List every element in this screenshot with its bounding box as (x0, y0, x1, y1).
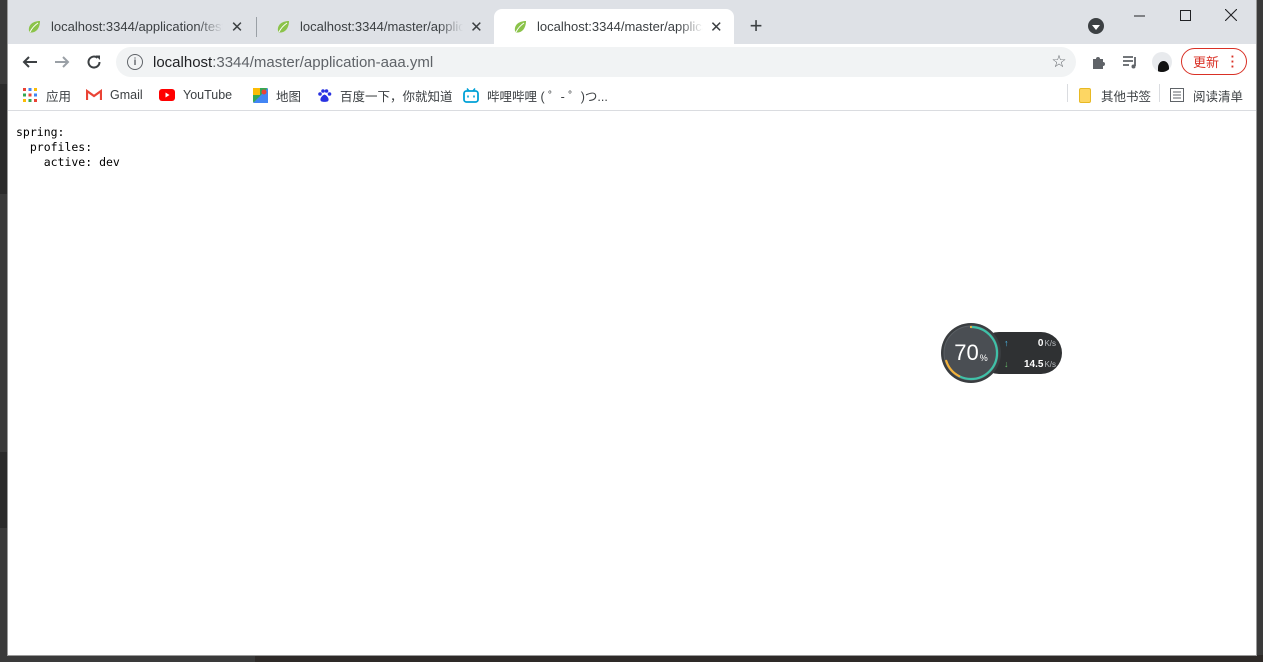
tab-title: localhost:3344/master/application-aaa.ym… (537, 19, 703, 34)
bookmark-label: 应用 (46, 89, 72, 104)
page-content: spring: profiles: active: dev 70% ↑ 0 K/… (8, 112, 1256, 655)
youtube-icon (159, 87, 175, 103)
url-host: localhost (153, 53, 213, 71)
background-window-edge (0, 452, 8, 528)
update-label: 更新 (1193, 55, 1220, 70)
baidu-icon (316, 87, 332, 103)
tab-2[interactable]: localhost:3344/master/application-test.y… (257, 9, 494, 44)
bookmarks-bar: 应用 Gmail YouTube 地图 百度一下，你就知道 哔哩哔哩 (゜- … (8, 80, 1256, 111)
extensions-puzzle-icon[interactable] (1088, 52, 1108, 72)
upload-speed-unit: K/s (1044, 338, 1056, 348)
tab-title: localhost:3344/master/application-test.y… (300, 19, 463, 34)
bookmark-youtube[interactable]: YouTube (159, 85, 232, 105)
network-speed-widget[interactable]: 70% ↑ 0 K/s ↓ 14.5 K/s (940, 322, 1062, 384)
maps-icon (252, 87, 268, 103)
bookmark-other-folder[interactable]: 其他书签 (1077, 85, 1151, 105)
bookmark-label: 百度一下，你就知道 (340, 89, 453, 104)
close-window-icon (1225, 9, 1237, 21)
bookmark-label: Gmail (110, 88, 143, 102)
tab-title: localhost:3344/application/test-dev.yml (51, 19, 223, 34)
minimize-icon (1133, 15, 1145, 16)
close-icon[interactable]: ✕ (709, 19, 724, 36)
spring-leaf-icon (28, 20, 40, 33)
reading-list-button[interactable]: 阅读清单 (1169, 85, 1243, 105)
bookmarks-divider (1159, 84, 1160, 102)
upload-speed-row: ↑ 0 K/s (1004, 336, 1056, 350)
bookmark-label: 阅读清单 (1193, 89, 1244, 104)
address-bar[interactable]: i localhost:3344/master/application-aaa.… (116, 47, 1076, 77)
download-speed-value: 14.5 (1023, 358, 1044, 370)
bookmark-label: 其他书签 (1101, 89, 1152, 104)
download-arrow-icon: ↓ (1004, 359, 1009, 369)
folder-icon (1077, 87, 1093, 103)
taskbar-strip (255, 655, 1263, 662)
update-button[interactable]: 更新 · · · (1181, 48, 1247, 75)
reload-button[interactable] (80, 48, 108, 76)
bookmark-gmail[interactable]: Gmail (86, 85, 143, 105)
profile-avatar[interactable] (1152, 52, 1172, 72)
upload-speed-value: 0 (1037, 337, 1044, 349)
menu-dots-icon[interactable]: · · · (1231, 50, 1235, 73)
url-path: :3344/master/application-aaa.yml (212, 53, 434, 71)
percent-value: 70 (954, 340, 979, 365)
close-icon[interactable]: ✕ (469, 19, 484, 36)
background-window-edge (0, 84, 8, 194)
close-icon[interactable]: ✕ (229, 19, 245, 36)
forward-button[interactable] (48, 48, 76, 76)
tab-1[interactable]: localhost:3344/application/test-dev.yml … (8, 9, 256, 44)
tab-strip: localhost:3344/application/test-dev.yml … (8, 0, 1256, 44)
upload-arrow-icon: ↑ (1004, 338, 1009, 348)
yaml-document-text: spring: profiles: active: dev (16, 125, 120, 169)
bookmark-label: YouTube (183, 88, 233, 102)
download-speed-unit: K/s (1044, 359, 1056, 369)
media-control-icon[interactable] (1120, 52, 1140, 72)
maximize-button[interactable] (1162, 4, 1208, 26)
bookmark-label: 地图 (276, 89, 302, 104)
new-tab-button[interactable]: + (744, 13, 768, 38)
spring-leaf-icon (514, 20, 526, 33)
site-info-icon[interactable]: i (127, 54, 143, 70)
bookmark-bilibili[interactable]: 哔哩哔哩 ( ゜- ゜)つ... (463, 85, 608, 105)
percent-unit: % (979, 352, 988, 363)
memory-percent: 70% (940, 322, 1002, 384)
forward-arrow-icon (55, 56, 70, 68)
bookmarks-divider (1067, 84, 1068, 102)
maximize-icon (1179, 9, 1191, 21)
tab-search-icon[interactable] (1088, 18, 1104, 34)
back-arrow-icon (22, 56, 37, 68)
minimize-button[interactable] (1116, 4, 1162, 26)
tab-3-active[interactable]: localhost:3344/master/application-aaa.ym… (494, 9, 734, 44)
browser-toolbar: i localhost:3344/master/application-aaa.… (8, 44, 1256, 80)
back-button[interactable] (16, 48, 44, 76)
browser-window: localhost:3344/application/test-dev.yml … (8, 0, 1256, 655)
spring-leaf-icon (277, 20, 289, 33)
bookmark-maps[interactable]: 地图 (252, 85, 301, 105)
bookmark-baidu[interactable]: 百度一下，你就知道 (316, 85, 453, 105)
gmail-icon (86, 87, 102, 103)
bilibili-icon (463, 87, 479, 103)
url-text[interactable]: localhost:3344/master/application-aaa.ym… (153, 54, 433, 71)
apps-grid-icon (22, 87, 38, 103)
bookmark-apps[interactable]: 应用 (22, 85, 71, 105)
window-close-button[interactable] (1208, 4, 1254, 26)
bookmark-label: 哔哩哔哩 ( ゜- ゜)つ... (487, 89, 608, 104)
reload-icon (87, 55, 101, 69)
download-speed-row: ↓ 14.5 K/s (1004, 357, 1056, 371)
bookmark-star-icon[interactable]: ☆ (1050, 52, 1068, 71)
reading-list-icon (1169, 87, 1185, 103)
